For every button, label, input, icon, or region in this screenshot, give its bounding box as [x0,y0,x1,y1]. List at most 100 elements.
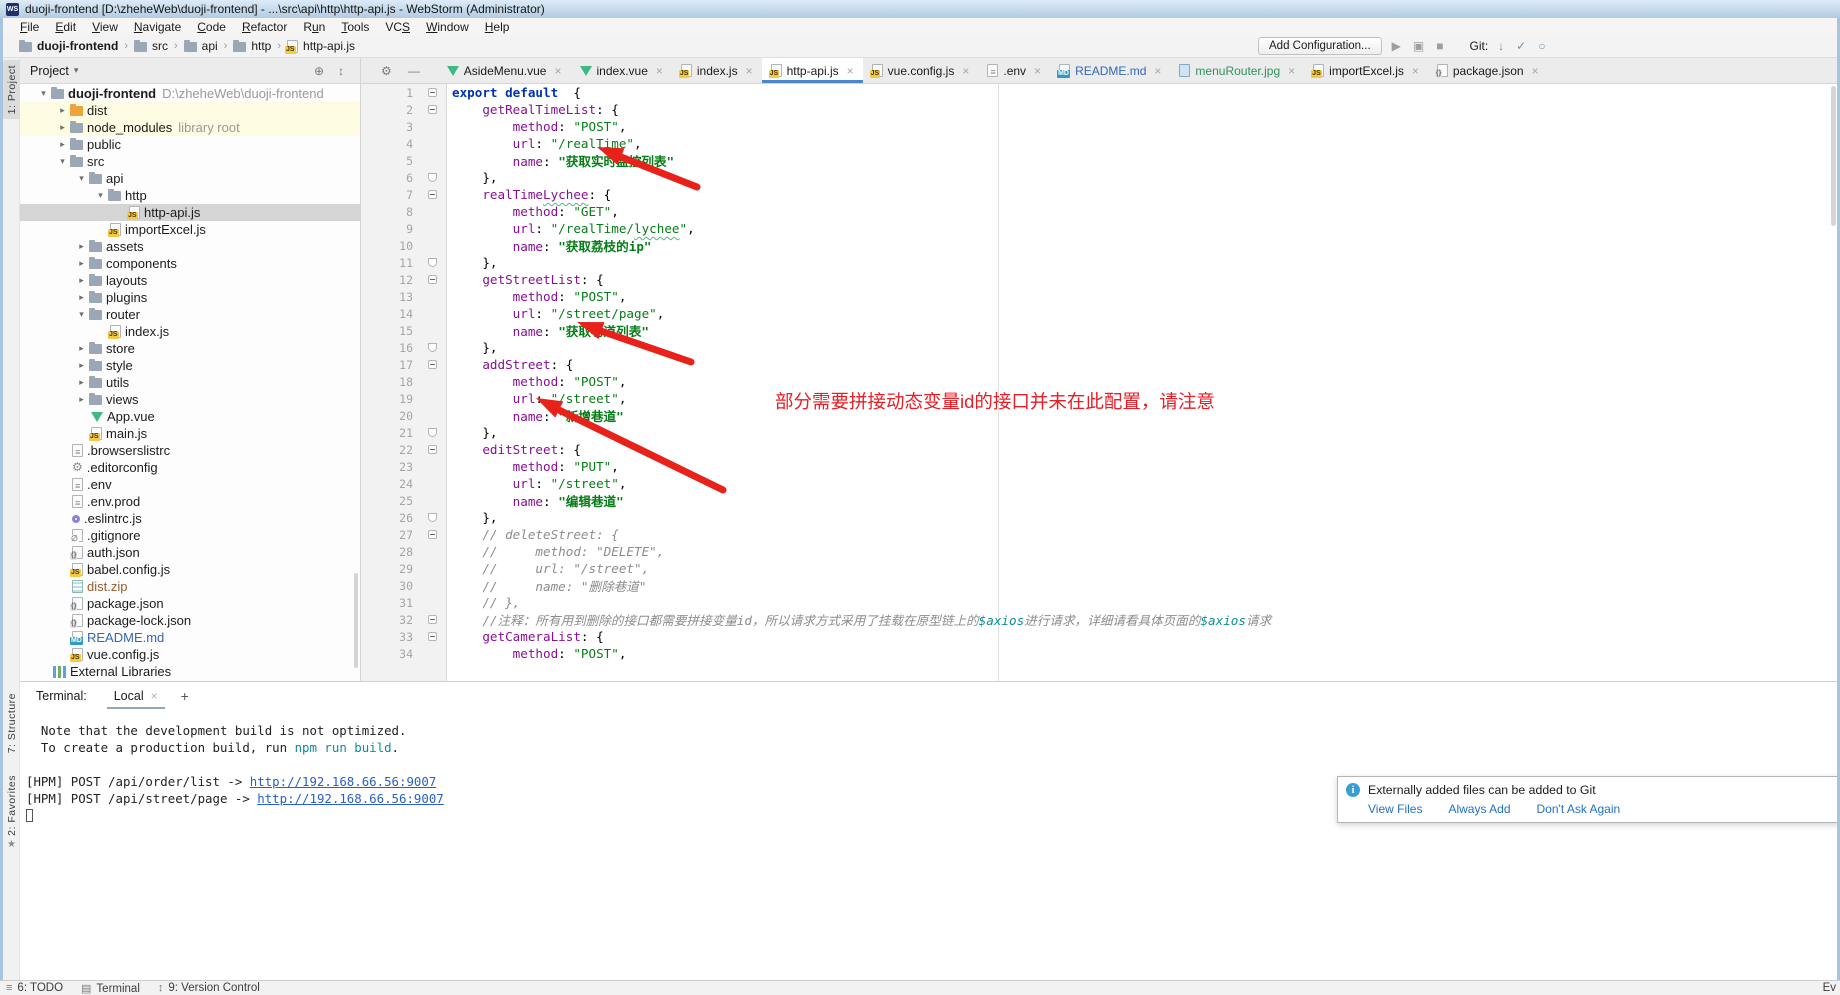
tree-item-main-js[interactable]: JSmain.js [20,425,360,442]
tree-item-style[interactable]: ▸style [20,357,360,374]
breadcrumb-duoji-frontend[interactable]: duoji-frontend [17,39,120,53]
chevron-down-icon[interactable]: ▾ [74,309,89,320]
menu-navigate[interactable]: Navigate [126,20,189,34]
stripe-tab-project[interactable]: 1: Project [3,60,20,119]
tab-http-api-js[interactable]: JShttp-api.js× [762,58,863,83]
tab-package-json[interactable]: {}package.json× [1428,58,1548,83]
tab-vue-config-js[interactable]: JSvue.config.js× [863,58,979,83]
tab-importexcel-js[interactable]: JSimportExcel.js× [1304,58,1428,83]
git-commit-icon[interactable]: ✓ [1516,39,1526,53]
fold-collapse-icon[interactable] [428,615,437,624]
fold-collapse-icon[interactable] [428,445,437,454]
new-terminal-button[interactable]: + [181,688,189,704]
project-panel-title[interactable]: Project [30,64,69,78]
code-line[interactable]: 21 }, [361,424,1837,441]
fold-end-icon[interactable] [428,428,437,437]
chevron-right-icon[interactable]: ▸ [55,139,70,150]
chevron-right-icon[interactable]: ▸ [55,122,70,133]
chevron-right-icon[interactable]: ▸ [55,105,70,116]
code-line[interactable]: 7 realTimeLychee: { [361,186,1837,203]
fold-collapse-icon[interactable] [428,190,437,199]
tree-item-api[interactable]: ▾api [20,170,360,187]
menu-file[interactable]: File [12,20,47,34]
tab-asidemenu-vue[interactable]: AsideMenu.vue× [438,58,571,83]
git-update-icon[interactable]: ↓ [1498,39,1504,53]
fold-collapse-icon[interactable] [428,275,437,284]
menu-code[interactable]: Code [189,20,234,34]
tree-item-dist-zip[interactable]: dist.zip [20,578,360,595]
close-icon[interactable]: × [962,64,969,78]
fold-collapse-icon[interactable] [428,632,437,641]
code-line[interactable]: 25 name: "编辑巷道" [361,492,1837,509]
tree-item-readme-md[interactable]: MDREADME.md [20,629,360,646]
tree-item-gitignore[interactable]: ∅.gitignore [20,527,360,544]
code-line[interactable]: 5 name: "获取实时监控列表" [361,152,1837,169]
code-line[interactable]: 33 getCameraList: { [361,628,1837,645]
status-bar-right-label[interactable]: Ev [1823,982,1836,994]
close-icon[interactable]: × [847,64,854,78]
tree-item-node-modules[interactable]: ▸node_modules library root [20,119,360,136]
statusbar-9-version-control[interactable]: ↕9: Version Control [158,982,260,994]
menu-edit[interactable]: Edit [47,20,84,34]
chevron-right-icon[interactable]: ▸ [74,394,89,405]
code-line[interactable]: 6 }, [361,169,1837,186]
close-icon[interactable]: × [656,64,663,78]
chevron-down-icon[interactable]: ▾ [36,88,51,99]
fold-collapse-icon[interactable] [428,105,437,114]
tree-item-vue-config-js[interactable]: JSvue.config.js [20,646,360,663]
fold-end-icon[interactable] [428,258,437,267]
tree-item-http-api-js[interactable]: JShttp-api.js [20,204,360,221]
chevron-down-icon[interactable]: ▾ [74,173,89,184]
close-icon[interactable]: × [1532,64,1539,78]
tree-item-babel-config-js[interactable]: JSbabel.config.js [20,561,360,578]
terminal-tab-local[interactable]: Local × [107,682,165,709]
tree-item-public[interactable]: ▸public [20,136,360,153]
notification-action-always-add[interactable]: Always Add [1448,802,1510,816]
debug-icon[interactable]: ▣ [1413,39,1424,53]
close-icon[interactable]: × [151,689,158,703]
tree-item-utils[interactable]: ▸utils [20,374,360,391]
chevron-right-icon[interactable]: ▸ [74,343,89,354]
fold-end-icon[interactable] [428,173,437,182]
tree-item-duoji-frontend[interactable]: ▾duoji-frontend D:\zheheWeb\duoji-fronte… [20,85,360,102]
tree-item-importexcel-js[interactable]: JSimportExcel.js [20,221,360,238]
code-line[interactable]: 17 addStreet: { [361,356,1837,373]
tree-item-store[interactable]: ▸store [20,340,360,357]
fold-collapse-icon[interactable] [428,88,437,97]
code-line[interactable]: 31 // }, [361,594,1837,611]
menu-help[interactable]: Help [477,20,518,34]
fold-end-icon[interactable] [428,343,437,352]
menu-run[interactable]: Run [295,20,333,34]
close-icon[interactable]: × [1154,64,1161,78]
code-line[interactable]: 22 editStreet: { [361,441,1837,458]
tree-item-index-js[interactable]: JSindex.js [20,323,360,340]
tree-item-src[interactable]: ▾src [20,153,360,170]
tree-item-env[interactable]: ≡.env [20,476,360,493]
code-line[interactable]: 23 method: "PUT", [361,458,1837,475]
tree-item-assets[interactable]: ▸assets [20,238,360,255]
run-icon[interactable]: ▶ [1392,39,1401,53]
breadcrumb-http[interactable]: http [231,39,273,53]
tree-item-layouts[interactable]: ▸layouts [20,272,360,289]
code-line[interactable]: 16 }, [361,339,1837,356]
tab-env[interactable]: ≡.env× [978,58,1050,83]
hide-tabs-icon[interactable]: — [408,64,420,78]
tree-item-http[interactable]: ▾http [20,187,360,204]
code-line[interactable]: 24 url: "/street", [361,475,1837,492]
chevron-right-icon[interactable]: ▸ [74,360,89,371]
fold-collapse-icon[interactable] [428,530,437,539]
code-line[interactable]: 15 name: "获取巷道列表" [361,322,1837,339]
stripe-tab-structure[interactable]: 7: Structure [3,688,20,758]
chevron-right-icon[interactable]: ▸ [74,377,89,388]
tree-item-dist[interactable]: ▸dist [20,102,360,119]
tab-index-vue[interactable]: index.vue× [571,58,672,83]
statusbar-6-todo[interactable]: ≡6: TODO [6,982,63,994]
code-line[interactable]: 3 method: "POST", [361,118,1837,135]
tree-item-editorconfig[interactable]: ⚙.editorconfig [20,459,360,476]
breadcrumb-http-api-js[interactable]: JShttp-api.js [285,39,357,53]
tree-item-eslintrc-js[interactable]: .eslintrc.js [20,510,360,527]
notification-action-don-t-ask-again[interactable]: Don't Ask Again [1537,802,1621,816]
code-line[interactable]: 30 // name: "删除巷道" [361,577,1837,594]
menu-view[interactable]: View [84,20,126,34]
notification-action-view-files[interactable]: View Files [1368,802,1422,816]
